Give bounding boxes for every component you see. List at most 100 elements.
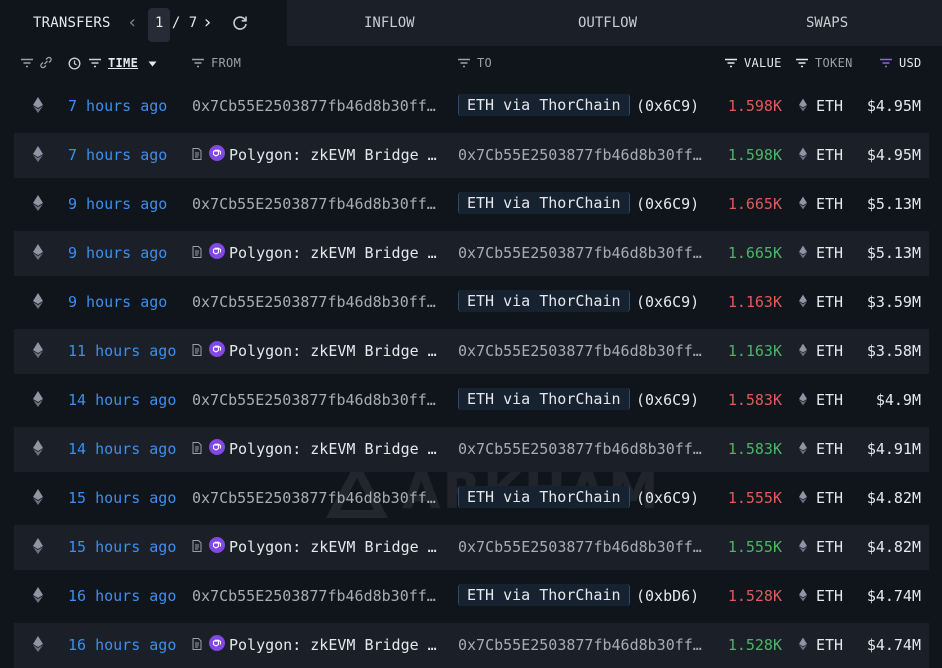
- usd-filter-icon[interactable]: [879, 58, 893, 68]
- eth-token-icon: [799, 490, 807, 504]
- time-link[interactable]: 9 hours ago: [68, 195, 167, 213]
- sort-desc-icon[interactable]: [148, 61, 157, 67]
- table-row[interactable]: 16 hours ago 0x7Cb55E2503877fb46d8b30ff……: [14, 574, 929, 619]
- time-link[interactable]: 16 hours ago: [68, 636, 176, 654]
- token-symbol[interactable]: ETH: [816, 636, 843, 654]
- to-entity[interactable]: ETH via ThorChain: [458, 94, 630, 116]
- from-filter-icon[interactable]: [191, 58, 205, 68]
- to-address[interactable]: 0x7Cb55E2503877fb46d8b30ff…: [458, 146, 702, 164]
- table-row[interactable]: 9 hours ago 0x7Cb55E2503877fb46d8b30ff… …: [14, 182, 929, 227]
- to-filter-icon[interactable]: [457, 58, 471, 68]
- polygon-logo-icon: [209, 439, 225, 455]
- tab-inflow[interactable]: INFLOW: [364, 15, 415, 31]
- token-symbol[interactable]: ETH: [816, 97, 843, 115]
- ethereum-chain-icon: [33, 538, 43, 554]
- from-entity[interactable]: Polygon: zkEVM Bridge …: [229, 146, 437, 164]
- tab-swaps[interactable]: SWAPS: [806, 15, 848, 31]
- from-address[interactable]: 0x7Cb55E2503877fb46d8b30ff…: [192, 587, 436, 605]
- tab-outflow[interactable]: OUTFLOW: [578, 15, 637, 31]
- usd-value: $4.91M: [866, 440, 921, 458]
- column-header-time[interactable]: TIME: [108, 56, 138, 70]
- time-link[interactable]: 7 hours ago: [68, 97, 167, 115]
- from-entity[interactable]: Polygon: zkEVM Bridge …: [229, 636, 437, 654]
- token-symbol[interactable]: ETH: [816, 195, 843, 213]
- time-link[interactable]: 14 hours ago: [68, 391, 176, 409]
- token-symbol[interactable]: ETH: [816, 391, 843, 409]
- time-filter-icon[interactable]: [88, 58, 102, 68]
- pager-prev-button[interactable]: ‹: [127, 12, 138, 33]
- usd-value: $4.74M: [866, 636, 921, 654]
- to-address[interactable]: 0x7Cb55E2503877fb46d8b30ff…: [458, 244, 702, 262]
- value-amount: 1.665K: [727, 195, 782, 213]
- value-filter-icon[interactable]: [724, 58, 738, 68]
- column-header-token[interactable]: TOKEN: [815, 56, 853, 70]
- value-amount: 1.598K: [727, 146, 782, 164]
- table-row[interactable]: 15 hours ago Polygon: zkEVM Bridge … 0x7…: [14, 525, 929, 570]
- time-link[interactable]: 11 hours ago: [68, 342, 176, 360]
- table-row[interactable]: 7 hours ago 0x7Cb55E2503877fb46d8b30ff… …: [14, 84, 929, 129]
- from-address[interactable]: 0x7Cb55E2503877fb46d8b30ff…: [192, 195, 436, 213]
- token-symbol[interactable]: ETH: [816, 538, 843, 556]
- table-row[interactable]: 14 hours ago Polygon: zkEVM Bridge … 0x7…: [14, 427, 929, 472]
- to-entity[interactable]: ETH via ThorChain: [458, 584, 630, 606]
- ethereum-chain-icon: [33, 587, 43, 603]
- token-symbol[interactable]: ETH: [816, 342, 843, 360]
- table-row[interactable]: 11 hours ago Polygon: zkEVM Bridge … 0x7…: [14, 329, 929, 374]
- table-row[interactable]: 14 hours ago 0x7Cb55E2503877fb46d8b30ff……: [14, 378, 929, 423]
- to-entity[interactable]: ETH via ThorChain: [458, 192, 630, 214]
- column-header-to[interactable]: TO: [477, 56, 492, 70]
- to-address[interactable]: 0x7Cb55E2503877fb46d8b30ff…: [458, 440, 702, 458]
- value-amount: 1.528K: [727, 587, 782, 605]
- from-entity[interactable]: Polygon: zkEVM Bridge …: [229, 244, 437, 262]
- value-amount: 1.163K: [727, 293, 782, 311]
- pager-next-button[interactable]: ›: [202, 12, 213, 33]
- token-symbol[interactable]: ETH: [816, 440, 843, 458]
- token-symbol[interactable]: ETH: [816, 244, 843, 262]
- time-link[interactable]: 14 hours ago: [68, 440, 176, 458]
- filter-icon[interactable]: [20, 58, 34, 68]
- token-filter-icon[interactable]: [795, 58, 809, 68]
- usd-value: $4.95M: [866, 146, 921, 164]
- value-amount: 1.583K: [727, 440, 782, 458]
- to-entity[interactable]: ETH via ThorChain: [458, 290, 630, 312]
- table-row[interactable]: 9 hours ago Polygon: zkEVM Bridge … 0x7C…: [14, 231, 929, 276]
- usd-value: $4.82M: [866, 489, 921, 507]
- from-address[interactable]: 0x7Cb55E2503877fb46d8b30ff…: [192, 489, 436, 507]
- tab-transfers[interactable]: TRANSFERS ‹ 1 / 7 ›: [0, 0, 287, 46]
- time-link[interactable]: 16 hours ago: [68, 587, 176, 605]
- ethereum-chain-icon: [33, 636, 43, 652]
- from-entity[interactable]: Polygon: zkEVM Bridge …: [229, 342, 437, 360]
- from-address[interactable]: 0x7Cb55E2503877fb46d8b30ff…: [192, 391, 436, 409]
- to-entity[interactable]: ETH via ThorChain: [458, 388, 630, 410]
- table-row[interactable]: 16 hours ago Polygon: zkEVM Bridge … 0x7…: [14, 623, 929, 668]
- to-entity[interactable]: ETH via ThorChain: [458, 486, 630, 508]
- token-symbol[interactable]: ETH: [816, 293, 843, 311]
- eth-token-icon: [799, 343, 807, 357]
- token-symbol[interactable]: ETH: [816, 146, 843, 164]
- column-header-value[interactable]: VALUE: [744, 56, 782, 70]
- from-entity[interactable]: Polygon: zkEVM Bridge …: [229, 538, 437, 556]
- ethereum-chain-icon: [33, 195, 43, 211]
- column-header-usd[interactable]: USD: [899, 56, 922, 70]
- polygon-logo-icon: [209, 243, 225, 259]
- to-address[interactable]: 0x7Cb55E2503877fb46d8b30ff…: [458, 636, 702, 654]
- time-link[interactable]: 9 hours ago: [68, 293, 167, 311]
- table-row[interactable]: 7 hours ago Polygon: zkEVM Bridge … 0x7C…: [14, 133, 929, 178]
- from-entity[interactable]: Polygon: zkEVM Bridge …: [229, 440, 437, 458]
- time-link[interactable]: 15 hours ago: [68, 538, 176, 556]
- column-header-from[interactable]: FROM: [211, 56, 241, 70]
- eth-token-icon: [799, 539, 807, 553]
- from-address[interactable]: 0x7Cb55E2503877fb46d8b30ff…: [192, 97, 436, 115]
- token-symbol[interactable]: ETH: [816, 489, 843, 507]
- refresh-icon[interactable]: [231, 14, 249, 32]
- from-address[interactable]: 0x7Cb55E2503877fb46d8b30ff…: [192, 293, 436, 311]
- to-address[interactable]: 0x7Cb55E2503877fb46d8b30ff…: [458, 342, 702, 360]
- time-link[interactable]: 15 hours ago: [68, 489, 176, 507]
- table-row[interactable]: 9 hours ago 0x7Cb55E2503877fb46d8b30ff… …: [14, 280, 929, 325]
- token-symbol[interactable]: ETH: [816, 587, 843, 605]
- table-row[interactable]: 15 hours ago 0x7Cb55E2503877fb46d8b30ff……: [14, 476, 929, 521]
- time-link[interactable]: 7 hours ago: [68, 146, 167, 164]
- time-link[interactable]: 9 hours ago: [68, 244, 167, 262]
- link-icon[interactable]: [39, 56, 53, 69]
- to-address[interactable]: 0x7Cb55E2503877fb46d8b30ff…: [458, 538, 702, 556]
